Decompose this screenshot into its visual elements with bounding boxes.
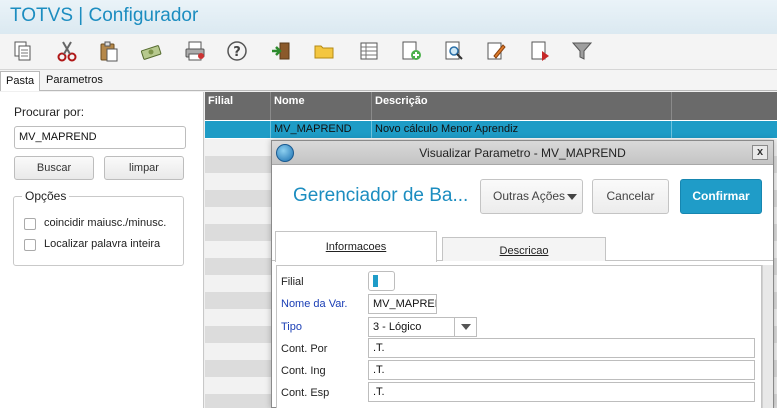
cancel-button[interactable]: Cancelar — [592, 179, 669, 214]
filial-label: Filial — [281, 276, 304, 288]
main-tabs: Pasta Parametros — [0, 70, 777, 91]
nome-label: Nome da Var. — [281, 298, 348, 310]
copy-icon[interactable] — [10, 38, 36, 64]
tab-informacoes-label: Informacoes — [325, 241, 387, 253]
cell-filial — [205, 121, 271, 138]
cont-esp-label: Cont. Esp — [281, 387, 330, 399]
table-row-selected[interactable]: MV_MAPREND Novo cálculo Menor Aprendiz — [205, 121, 777, 138]
nome-field[interactable]: MV_MAPREND — [368, 294, 437, 314]
dialog-tabs: Informacoes Descricao — [272, 231, 773, 262]
chevron-down-icon — [567, 194, 577, 200]
tipo-select[interactable]: 3 - Lógico — [368, 317, 477, 337]
search-doc-icon[interactable] — [441, 38, 467, 64]
dialog-title: Visualizar Parametro - MV_MAPREND — [419, 146, 626, 160]
parameter-form: Filial Nome da Var. MV_MAPREND Tipo 3 - … — [276, 265, 762, 408]
new-icon[interactable] — [398, 38, 424, 64]
cont-esp-field[interactable]: .T. — [368, 382, 755, 402]
outras-acoes-button[interactable]: Outras Ações — [480, 179, 583, 214]
close-icon[interactable]: x — [752, 145, 768, 160]
tipo-value: 3 - Lógico — [373, 321, 422, 333]
col-nome[interactable]: Nome — [271, 92, 372, 120]
cont-por-label: Cont. Por — [281, 343, 328, 355]
cell-descricao: Novo cálculo Menor Aprendiz — [372, 121, 672, 138]
edit-icon[interactable] — [483, 38, 509, 64]
search-label: Procurar por: — [14, 105, 85, 119]
tab-parametros[interactable]: Parametros — [41, 71, 108, 91]
cont-ing-field[interactable]: .T. — [368, 360, 755, 380]
grid-header: Filial Nome Descrição — [205, 92, 777, 120]
dialog-title-bar: Visualizar Parametro - MV_MAPREND x — [272, 141, 773, 165]
limpar-button[interactable]: limpar — [104, 156, 184, 180]
paste-icon[interactable] — [96, 38, 122, 64]
options-legend: Opções — [22, 189, 70, 203]
search-input[interactable]: MV_MAPREND — [14, 126, 186, 149]
delete-icon[interactable] — [527, 38, 553, 64]
col-descricao[interactable]: Descrição — [372, 92, 672, 120]
match-case-label: coincidir maiusc./minusc. — [44, 217, 167, 229]
grid-icon[interactable] — [356, 38, 382, 64]
chevron-down-icon[interactable] — [454, 318, 476, 336]
app-window: TOTVS | Configurador ? Pasta Parametros … — [0, 0, 777, 408]
confirm-button[interactable]: Confirmar — [680, 179, 762, 214]
parameter-dialog: Visualizar Parametro - MV_MAPREND x Gere… — [271, 140, 774, 408]
filter-icon[interactable] — [569, 38, 595, 64]
tipo-label: Tipo — [281, 321, 302, 333]
dialog-heading: Gerenciador de Ba... — [293, 185, 469, 206]
dialog-header: Gerenciador de Ba... Outras Ações Cancel… — [272, 166, 773, 231]
tab-descricao[interactable]: Descricao — [442, 237, 606, 261]
whole-word-checkbox[interactable] — [24, 239, 36, 251]
cut-icon[interactable] — [54, 38, 80, 64]
match-case-checkbox[interactable] — [24, 218, 36, 230]
toolbar: ? — [0, 34, 777, 70]
search-panel: Procurar por: MV_MAPREND Buscar limpar O… — [0, 92, 204, 408]
svg-text:?: ? — [233, 45, 241, 60]
col-filial[interactable]: Filial — [205, 92, 271, 120]
tab-descricao-label: Descricao — [499, 245, 549, 257]
cell-nome: MV_MAPREND — [271, 121, 372, 138]
app-title: TOTVS | Configurador — [10, 5, 199, 26]
outras-acoes-label: Outras Ações — [493, 189, 566, 203]
print-icon[interactable] — [182, 38, 208, 64]
filial-field[interactable] — [368, 271, 395, 291]
buscar-button[interactable]: Buscar — [14, 156, 94, 180]
text-cursor — [373, 275, 378, 287]
options-group: Opções coincidir maiusc./minusc. Localiz… — [13, 189, 184, 266]
money-icon[interactable] — [138, 38, 164, 64]
whole-word-label: Localizar palavra inteira — [44, 238, 161, 250]
cont-por-field[interactable]: .T. — [368, 338, 755, 358]
form-scrollbar[interactable] — [762, 265, 773, 408]
exit-icon[interactable] — [268, 38, 294, 64]
help-icon[interactable]: ? — [224, 38, 250, 64]
tab-pasta[interactable]: Pasta — [0, 71, 41, 91]
tab-informacoes[interactable]: Informacoes — [275, 231, 437, 262]
folder-icon[interactable] — [311, 38, 337, 64]
title-bar: TOTVS | Configurador — [0, 0, 777, 34]
cont-ing-label: Cont. Ing — [281, 365, 326, 377]
